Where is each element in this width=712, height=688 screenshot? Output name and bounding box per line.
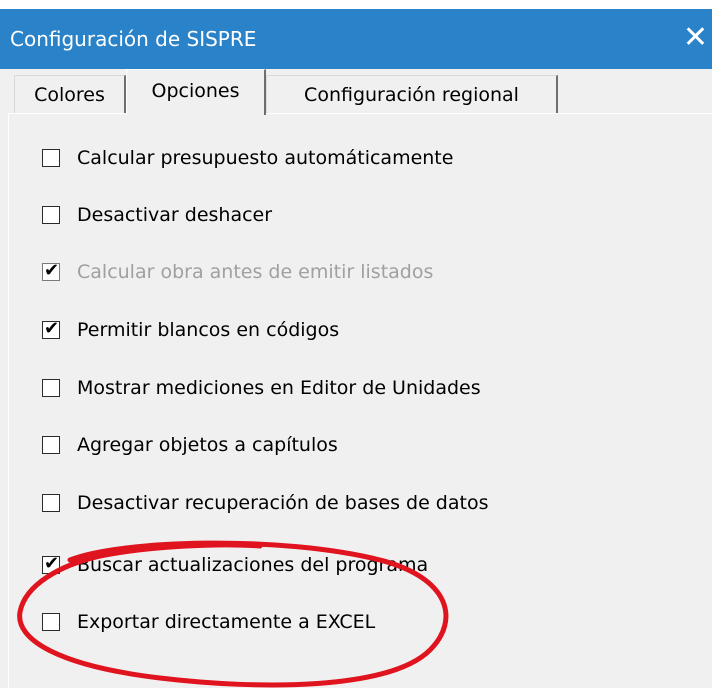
title-bar: Configuración de SISPRE ✕ bbox=[0, 0, 712, 78]
option-permitir-blancos[interactable]: ✔ Permitir blancos en códigos bbox=[42, 317, 339, 343]
close-icon[interactable]: ✕ bbox=[683, 23, 708, 53]
option-label: Desactivar deshacer bbox=[77, 204, 273, 226]
checkbox[interactable] bbox=[42, 379, 60, 397]
checkbox[interactable]: ✔ bbox=[42, 318, 60, 339]
option-label: Permitir blancos en códigos bbox=[77, 319, 340, 341]
checkbox: ✔ bbox=[42, 260, 60, 281]
option-mostrar-mediciones[interactable]: Mostrar mediciones en Editor de Unidades bbox=[42, 375, 481, 401]
checkbox[interactable] bbox=[42, 206, 60, 224]
option-label: Exportar directamente a EXCEL bbox=[77, 611, 376, 633]
check-icon: ✔ bbox=[44, 553, 60, 574]
checkbox[interactable] bbox=[42, 436, 60, 454]
window-title: Configuración de SISPRE bbox=[10, 27, 257, 51]
tab-configuracion-regional[interactable]: Configuración regional bbox=[266, 75, 558, 113]
option-label: Calcular obra antes de emitir listados bbox=[77, 261, 434, 283]
option-label: Mostrar mediciones en Editor de Unidades bbox=[77, 377, 481, 399]
option-desactivar-deshacer[interactable]: Desactivar deshacer bbox=[42, 202, 272, 228]
checkbox[interactable] bbox=[42, 494, 60, 512]
checkbox[interactable] bbox=[42, 613, 60, 631]
option-label: Desactivar recuperación de bases de dato… bbox=[77, 492, 489, 514]
option-desactivar-recuperacion[interactable]: Desactivar recuperación de bases de dato… bbox=[42, 490, 488, 516]
tab-colores[interactable]: Colores bbox=[14, 75, 126, 113]
option-buscar-actualizaciones[interactable]: ✔ Buscar actualizaciones del programa bbox=[42, 552, 428, 578]
option-calcular-obra: ✔ Calcular obra antes de emitir listados bbox=[42, 259, 433, 285]
tab-opciones[interactable]: Opciones bbox=[126, 69, 266, 115]
option-label: Calcular presupuesto automáticamente bbox=[77, 147, 454, 169]
checkbox[interactable]: ✔ bbox=[42, 553, 60, 574]
check-icon: ✔ bbox=[44, 318, 60, 339]
option-agregar-objetos[interactable]: Agregar objetos a capítulos bbox=[42, 432, 338, 458]
tab-label: Opciones bbox=[151, 80, 240, 102]
tab-label: Configuración regional bbox=[304, 84, 519, 106]
option-label: Agregar objetos a capítulos bbox=[77, 434, 338, 456]
tab-label: Colores bbox=[34, 84, 105, 106]
check-icon: ✔ bbox=[44, 260, 60, 281]
option-calcular-presupuesto[interactable]: Calcular presupuesto automáticamente bbox=[42, 145, 453, 171]
option-exportar-excel[interactable]: Exportar directamente a EXCEL bbox=[42, 609, 375, 635]
option-label: Buscar actualizaciones del programa bbox=[77, 554, 429, 576]
checkbox[interactable] bbox=[42, 149, 60, 167]
